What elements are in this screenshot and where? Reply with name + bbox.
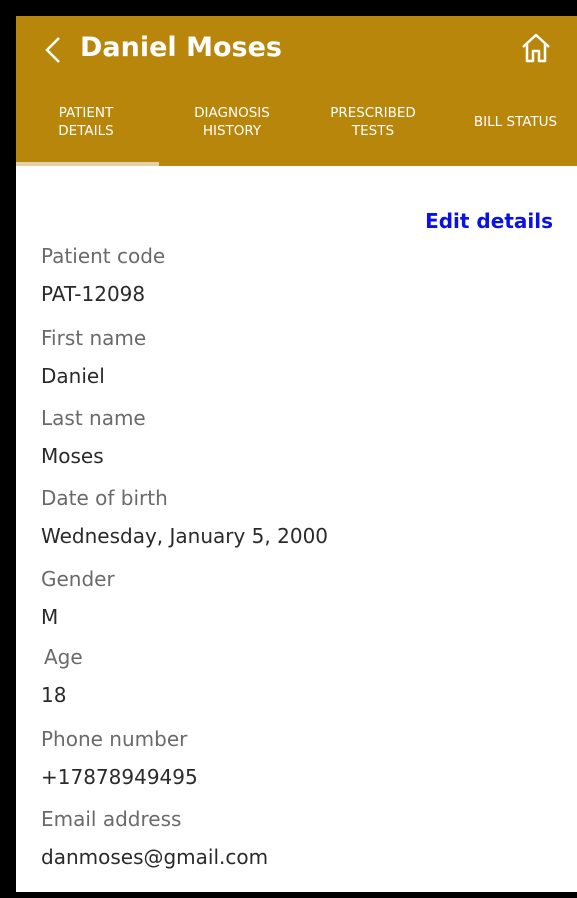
field-label: Gender	[41, 567, 115, 591]
page-title: Daniel Moses	[80, 32, 282, 63]
back-button[interactable]	[40, 30, 70, 70]
field-patient-code: Patient code PAT-12098	[41, 244, 541, 306]
field-date-of-birth: Date of birth Wednesday, January 5, 2000	[41, 486, 541, 548]
field-phone-number: Phone number +17878949495	[41, 727, 541, 789]
tab-label-line1: PATIENT	[58, 105, 114, 121]
field-age: Age 18	[41, 645, 544, 707]
tab-label-line1: PRESCRIBED	[330, 105, 416, 121]
field-label: Last name	[41, 406, 146, 430]
field-value: PAT-12098	[41, 282, 146, 306]
tab-bill-status[interactable]: BILL STATUS	[454, 113, 577, 131]
field-value: M	[41, 605, 59, 629]
field-label: First name	[41, 326, 147, 350]
tab-diagnosis-history[interactable]: DIAGNOSIS HISTORY	[164, 104, 300, 140]
field-label: Age	[44, 645, 83, 669]
field-label: Phone number	[41, 727, 188, 751]
field-value: Moses	[41, 444, 104, 468]
field-value: +17878949495	[41, 765, 198, 789]
tab-patient-details[interactable]: PATIENT DETAILS	[20, 104, 152, 140]
field-value: Daniel	[41, 364, 105, 388]
field-label: Email address	[41, 807, 182, 831]
field-label: Date of birth	[41, 486, 168, 510]
field-email-address: Email address danmoses@gmail.com	[41, 807, 541, 869]
field-label: Patient code	[41, 244, 166, 268]
home-button[interactable]	[519, 31, 553, 65]
tab-prescribed-tests[interactable]: PRESCRIBED TESTS	[306, 104, 440, 140]
home-icon	[522, 33, 550, 63]
tab-label-line1: DIAGNOSIS	[194, 105, 270, 121]
app-header: Daniel Moses PATIENT DETAILS DIAGNOSIS H…	[16, 16, 577, 166]
selected-tab-indicator	[16, 162, 159, 166]
tab-label: BILL STATUS	[473, 114, 558, 130]
chevron-left-icon	[45, 37, 60, 63]
field-value: 18	[41, 683, 67, 707]
field-last-name: Last name Moses	[41, 406, 541, 468]
tab-label-line2: TESTS	[351, 123, 395, 139]
field-gender: Gender M	[41, 567, 541, 629]
tab-label-line2: HISTORY	[202, 123, 262, 139]
edit-details-link[interactable]: Edit details	[425, 209, 553, 233]
field-value: Wednesday, January 5, 2000	[41, 524, 329, 548]
tab-label-line2: DETAILS	[58, 123, 114, 139]
app-frame: Daniel Moses PATIENT DETAILS DIAGNOSIS H…	[16, 16, 577, 892]
field-value: danmoses@gmail.com	[41, 845, 269, 869]
field-first-name: First name Daniel	[41, 326, 541, 388]
